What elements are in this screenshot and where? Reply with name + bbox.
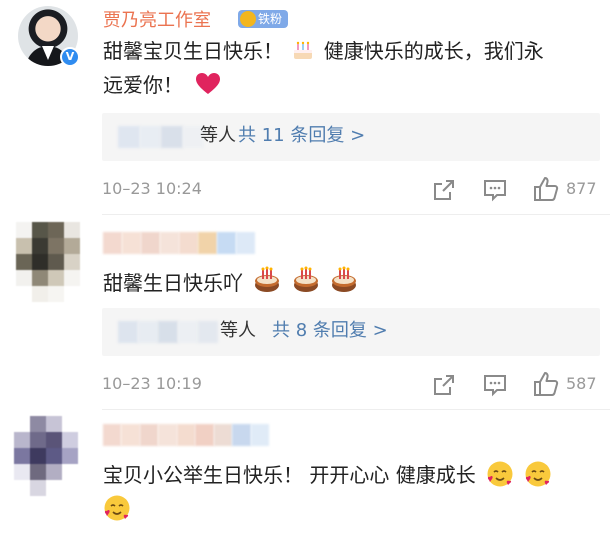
comment-text-user3: 宝贝小公举生日快乐！ 开开心心 健康成长 (103, 458, 608, 526)
like-count-user2: 587 (566, 374, 597, 393)
verified-badge-icon: V (60, 47, 80, 67)
blurred-username-user2[interactable] (103, 232, 255, 254)
avatar-user3[interactable] (14, 416, 78, 496)
comment-text: 甜馨生日快乐吖 (103, 271, 243, 295)
red-heart-icon (196, 73, 221, 94)
smiling-face-with-hearts-icon (487, 461, 513, 487)
divider (102, 409, 610, 410)
birthday-cake-icon (332, 266, 357, 292)
divider (102, 214, 610, 215)
view-replies-link[interactable]: 共 8 条回复 > (272, 318, 388, 344)
reply-etc-label: 等人 (220, 320, 256, 341)
comment-text-user1: 甜馨宝贝生日快乐！ 健康快乐的成长，我们永 远爱你！ (103, 34, 603, 102)
reply-summary-user1[interactable]: 等人 共 11 条回复 > (102, 113, 600, 161)
share-icon[interactable] (432, 373, 456, 397)
birthday-cake-icon (255, 266, 280, 292)
blurred-replier-names (118, 321, 218, 343)
crown-icon (240, 11, 256, 27)
fan-badge-label: 铁粉 (258, 12, 283, 26)
timestamp-user1: 10–23 10:24 (102, 179, 202, 198)
username-user1[interactable]: 贾乃亮工作室 (103, 6, 211, 32)
timestamp-user2: 10–23 10:19 (102, 374, 202, 393)
comment-text-part1: 甜馨宝贝生日快乐！ (103, 39, 283, 63)
comment-text-part2: 健康快乐的成长，我们永 (323, 39, 544, 63)
like-icon[interactable] (533, 176, 559, 202)
fan-badge: 铁粉 (238, 10, 289, 28)
comment-text-part3: 远爱你！ (103, 73, 183, 97)
reply-etc-label: 等人 (200, 125, 236, 146)
comment-text: 宝贝小公举生日快乐！ 开开心心 健康成长 (103, 463, 476, 487)
like-count-user1: 877 (566, 179, 597, 198)
blurred-username-user3[interactable] (103, 424, 269, 446)
view-replies-link[interactable]: 共 11 条回复 > (238, 123, 365, 149)
like-icon[interactable] (533, 371, 559, 397)
birthday-cake-icon (294, 41, 313, 59)
comment-icon[interactable] (483, 373, 507, 397)
blurred-replier-names (118, 126, 204, 148)
share-icon[interactable] (432, 178, 456, 202)
comment-text-user2: 甜馨生日快乐吖 (103, 266, 360, 300)
birthday-cake-icon (293, 266, 318, 292)
smiling-face-with-hearts-icon (525, 461, 551, 487)
smiling-face-with-hearts-icon (104, 495, 130, 521)
avatar-user2[interactable] (16, 222, 80, 302)
comment-icon[interactable] (483, 178, 507, 202)
reply-summary-user2[interactable]: 等人 共 8 条回复 > (102, 308, 600, 356)
